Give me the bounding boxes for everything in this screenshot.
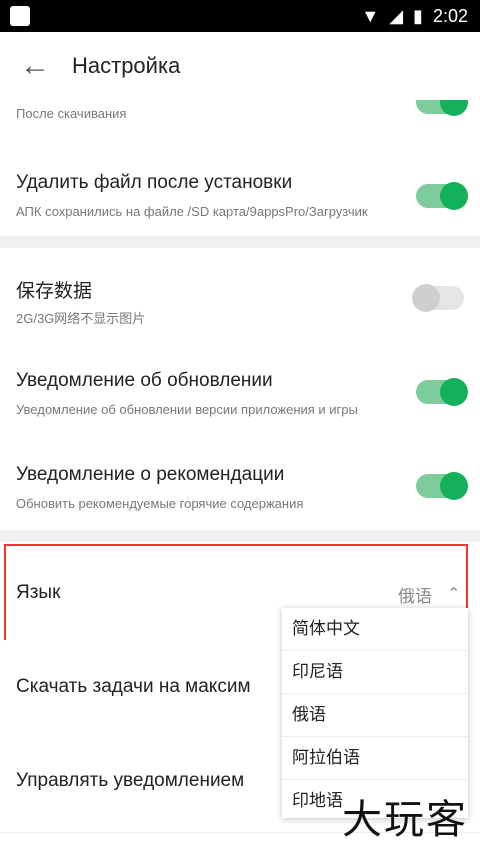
toggle-knob [440, 378, 468, 406]
setting-subtitle: Обновить рекомендуемые горячие содержани… [16, 496, 304, 511]
setting-update-notification[interactable]: Уведомление об обновлении Уведомление об… [0, 342, 480, 437]
watermark: 大玩客 [342, 797, 468, 843]
battery-icon: ▮ [413, 5, 423, 26]
setting-recommend-notification[interactable]: Уведомление о рекомендации Обновить реко… [0, 436, 480, 531]
setting-title: Уведомление об обновлении [16, 370, 273, 391]
setting-title: Уведомление о рекомендации [16, 464, 285, 485]
setting-title: Удалить файл после установки [16, 172, 293, 193]
setting-subtitle: 2G/3G网络不显示图片 [16, 311, 146, 326]
language-option[interactable]: 俄语 [282, 694, 468, 737]
save-data-toggle[interactable] [412, 284, 464, 312]
settings-list: После скачивания Удалить файл после уста… [0, 100, 480, 853]
setting-subtitle: АПК сохранились на файле /SD карта/9apps… [16, 204, 368, 219]
signal-icon: ◢ [389, 5, 404, 26]
language-option[interactable]: 印尼语 [282, 651, 468, 694]
language-option[interactable]: 阿拉伯语 [282, 737, 468, 780]
section-divider [0, 530, 480, 542]
setting-title: 保存数据 [16, 281, 93, 302]
setting-title: Управлять уведомлением [16, 770, 245, 791]
update-notification-toggle[interactable] [416, 378, 468, 406]
app-bar: ← Настройка [0, 32, 480, 100]
status-icons: ▼ ◢ ▮ 2:02 [361, 0, 468, 32]
recommend-notification-toggle[interactable] [416, 472, 468, 500]
notification-icon [10, 6, 30, 26]
setting-delete-after-install[interactable]: Удалить файл после установки АПК сохрани… [0, 138, 480, 237]
status-bar: ▼ ◢ ▮ 2:02 [0, 0, 480, 32]
toggle-knob [440, 100, 468, 116]
page-title: Настройка [72, 53, 181, 78]
setting-after-download[interactable]: После скачивания [0, 100, 480, 139]
section-divider [0, 236, 480, 248]
clock: 2:02 [432, 5, 468, 26]
toggle-knob [440, 472, 468, 500]
toggle-knob [440, 182, 468, 210]
back-arrow-icon[interactable]: ← [20, 50, 52, 82]
toggle-knob [412, 284, 440, 312]
delete-after-install-toggle[interactable] [416, 182, 468, 210]
after-download-toggle[interactable] [416, 100, 468, 116]
setting-subtitle: Уведомление об обновлении версии приложе… [16, 402, 358, 417]
setting-save-data[interactable]: 保存数据 2G/3G网络不显示图片 [0, 248, 480, 343]
setting-subtitle: После скачивания [16, 106, 127, 121]
setting-title: Скачать задачи на максим [16, 676, 251, 697]
language-option[interactable]: 简体中文 [282, 608, 468, 651]
wifi-icon: ▼ [361, 5, 380, 26]
